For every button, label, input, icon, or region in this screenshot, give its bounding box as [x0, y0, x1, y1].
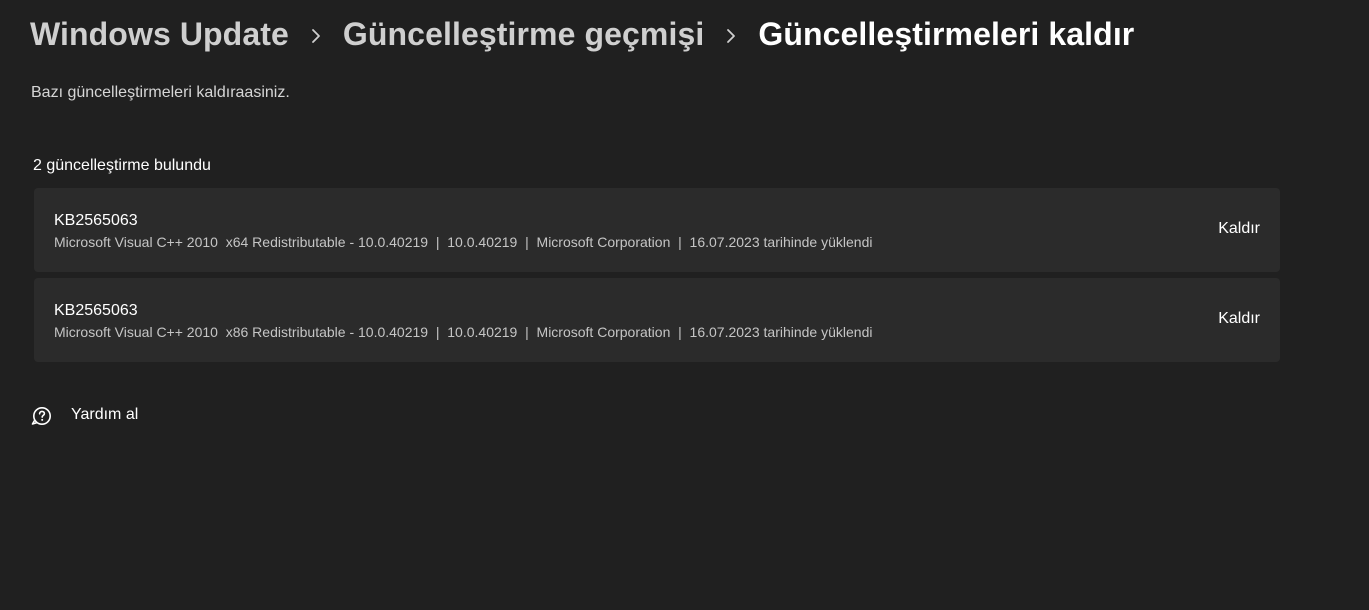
- updates-count-label: 2 güncelleştirme bulundu: [33, 157, 211, 174]
- page-title: Güncelleştirmeleri kaldır: [758, 15, 1135, 52]
- update-item: KB2565063 Microsoft Visual C++ 2010 x86 …: [34, 278, 1280, 362]
- update-details: Microsoft Visual C++ 2010 x86 Redistribu…: [54, 324, 873, 340]
- updates-list: KB2565063 Microsoft Visual C++ 2010 x64 …: [34, 188, 1280, 368]
- breadcrumb-update-history[interactable]: Güncelleştirme geçmişi: [343, 16, 704, 53]
- uninstall-button[interactable]: Kaldır: [1218, 310, 1260, 328]
- chevron-right-icon: [289, 16, 343, 53]
- get-help-link[interactable]: Yardım al: [30, 404, 138, 426]
- breadcrumb: Windows Update Güncelleştirme geçmişi Gü…: [30, 12, 1134, 56]
- update-kb-number: KB2565063: [54, 212, 138, 229]
- chevron-right-icon: [704, 16, 758, 53]
- uninstall-button[interactable]: Kaldır: [1218, 220, 1260, 238]
- breadcrumb-windows-update[interactable]: Windows Update: [30, 16, 289, 53]
- update-item: KB2565063 Microsoft Visual C++ 2010 x64 …: [34, 188, 1280, 272]
- update-details: Microsoft Visual C++ 2010 x64 Redistribu…: [54, 234, 873, 250]
- update-kb-number: KB2565063: [54, 302, 138, 319]
- get-help-label: Yardım al: [71, 406, 139, 423]
- page-description: Bazı güncelleştirmeleri kaldıraasiniz.: [31, 84, 290, 101]
- update-uninstall-page: Windows Update Güncelleştirme geçmişi Gü…: [0, 0, 1369, 610]
- get-help-icon: [30, 404, 52, 426]
